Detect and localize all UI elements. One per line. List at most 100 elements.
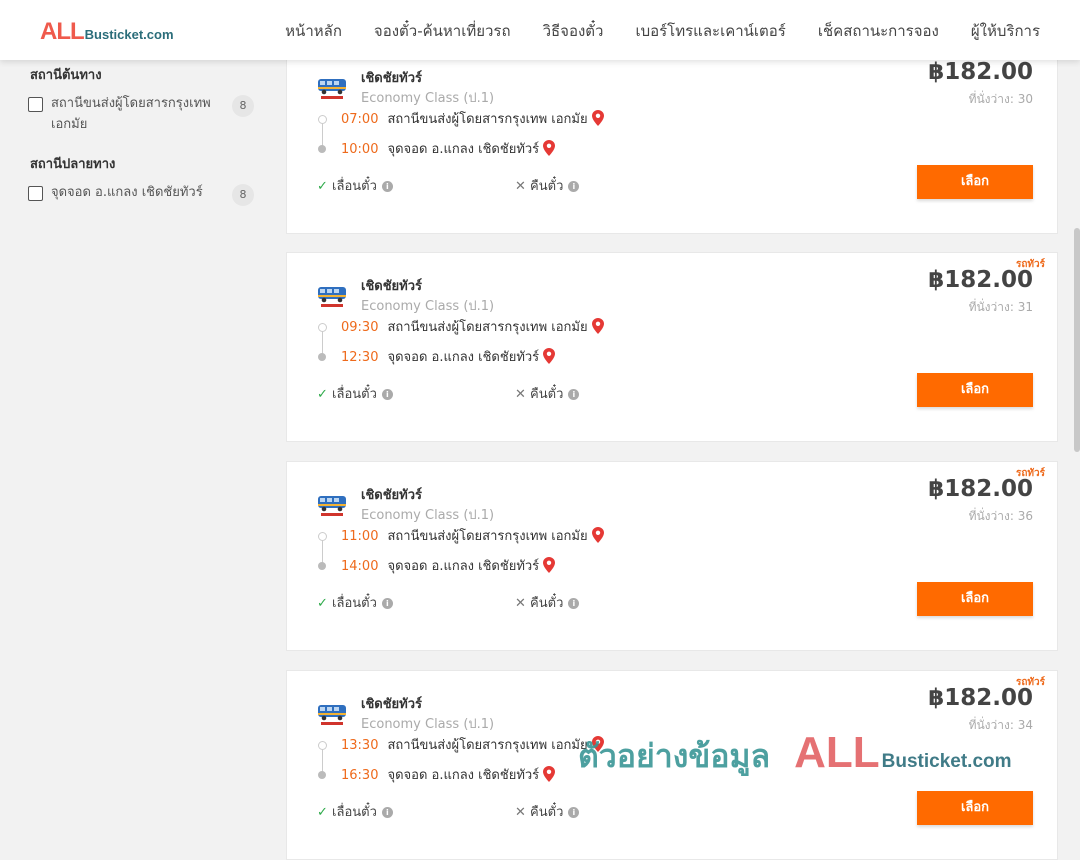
map-pin-icon[interactable] bbox=[591, 318, 604, 334]
nav-home[interactable]: หน้าหลัก bbox=[285, 19, 342, 43]
nav-how-to-book[interactable]: วิธีจองตั๋ว bbox=[543, 19, 604, 43]
scrollbar[interactable] bbox=[1074, 228, 1080, 452]
bus-logo-icon bbox=[318, 705, 346, 725]
bus-class: Economy Class (ป.1) bbox=[361, 717, 495, 732]
info-icon[interactable]: i bbox=[568, 598, 580, 609]
departure-dot-icon bbox=[318, 115, 327, 124]
origin-filter-label: สถานีขนส่งผู้โดยสารกรุงเทพ เอกมัย bbox=[51, 96, 211, 132]
trip-card: รถทัวร์ เชิดชัยทัวร์ Economy Class (ป.1)… bbox=[286, 252, 1058, 442]
info-icon[interactable]: i bbox=[381, 598, 393, 609]
origin-count-badge: 8 bbox=[232, 95, 254, 117]
info-icon[interactable]: i bbox=[381, 181, 393, 192]
operator-name: เชิดชัยทัวร์ bbox=[361, 279, 423, 294]
arrival-time: 16:30 bbox=[341, 768, 379, 783]
map-pin-icon[interactable] bbox=[543, 557, 556, 573]
refund-policy: ✕ คืนตั๋ว i bbox=[515, 592, 580, 613]
reschedule-policy: ✓ เลื่อนตั๋ว i bbox=[317, 175, 393, 196]
operator-name: เชิดชัยทัวร์ bbox=[361, 71, 423, 86]
arrival-stop: 12:30 จุดจอด อ.แกลง เชิดชัยทัวร์ bbox=[341, 346, 556, 367]
select-button[interactable]: เลือก bbox=[917, 582, 1033, 616]
destination-filter-title: สถานีปลายทาง bbox=[30, 157, 116, 172]
ticket-price: ฿182.00 bbox=[928, 685, 1033, 711]
trip-card: รถทัวร์ เชิดชัยทัวร์ Economy Class (ป.1)… bbox=[286, 461, 1058, 651]
bus-logo-icon bbox=[318, 496, 346, 516]
arrival-dot-icon bbox=[318, 353, 326, 361]
origin-filter-option[interactable]: สถานีขนส่งผู้โดยสารกรุงเทพ เอกมัย 8 bbox=[28, 95, 258, 135]
reschedule-policy: ✓ เลื่อนตั๋ว i bbox=[317, 801, 393, 822]
departure-time: 09:30 bbox=[341, 320, 379, 335]
map-pin-icon[interactable] bbox=[591, 110, 604, 126]
ticket-price: ฿182.00 bbox=[928, 267, 1033, 293]
arrival-dot-icon bbox=[318, 562, 326, 570]
arrival-dot-icon bbox=[318, 145, 326, 153]
reschedule-label: เลื่อนตั๋ว bbox=[332, 387, 377, 402]
destination-filter-option[interactable]: จุดจอด อ.แกลง เชิดชัยทัวร์ 8 bbox=[28, 184, 258, 206]
select-button[interactable]: เลือก bbox=[917, 373, 1033, 407]
arrival-stop: 16:30 จุดจอด อ.แกลง เชิดชัยทัวร์ bbox=[341, 764, 556, 785]
reschedule-policy: ✓ เลื่อนตั๋ว i bbox=[317, 383, 393, 404]
destination-filter-label: จุดจอด อ.แกลง เชิดชัยทัวร์ bbox=[51, 185, 203, 200]
watermark-logo-rest: Busticket.com bbox=[881, 751, 1012, 772]
arrival-station: จุดจอด อ.แกลง เชิดชัยทัวร์ bbox=[387, 559, 540, 574]
ticket-price: ฿182.00 bbox=[928, 59, 1033, 85]
refund-label: คืนตั๋ว bbox=[530, 596, 564, 611]
departure-dot-icon bbox=[318, 532, 327, 541]
origin-filter-title: สถานีต้นทาง bbox=[30, 68, 102, 83]
select-button[interactable]: เลือก bbox=[917, 165, 1033, 199]
bus-logo-icon bbox=[318, 79, 346, 99]
arrival-stop: 10:00 จุดจอด อ.แกลง เชิดชัยทัวร์ bbox=[341, 138, 556, 159]
arrival-time: 10:00 bbox=[341, 142, 379, 157]
reschedule-label: เลื่อนตั๋ว bbox=[332, 179, 377, 194]
refund-policy: ✕ คืนตั๋ว i bbox=[515, 801, 580, 822]
departure-time: 07:00 bbox=[341, 112, 379, 127]
check-icon: ✓ bbox=[317, 387, 328, 402]
watermark-logo-all: ALL bbox=[794, 728, 880, 777]
info-icon[interactable]: i bbox=[381, 389, 393, 400]
map-pin-icon[interactable] bbox=[543, 766, 556, 782]
nav-contact[interactable]: เบอร์โทรและเคาน์เตอร์ bbox=[635, 19, 785, 43]
arrival-station: จุดจอด อ.แกลง เชิดชัยทัวร์ bbox=[387, 350, 540, 365]
operator-name: เชิดชัยทัวร์ bbox=[361, 697, 423, 712]
seats-available: ที่นั่งว่าง: 31 bbox=[968, 300, 1033, 314]
check-icon: ✓ bbox=[317, 805, 328, 820]
refund-label: คืนตั๋ว bbox=[530, 387, 564, 402]
logo-rest-text: Busticket.com bbox=[84, 27, 174, 42]
destination-count-badge: 8 bbox=[232, 184, 254, 206]
map-pin-icon[interactable] bbox=[543, 140, 556, 156]
info-icon[interactable]: i bbox=[568, 389, 580, 400]
bus-class: Economy Class (ป.1) bbox=[361, 91, 495, 106]
info-icon[interactable]: i bbox=[568, 807, 580, 818]
refund-policy: ✕ คืนตั๋ว i bbox=[515, 175, 580, 196]
nav-check-status[interactable]: เช็คสถานะการจอง bbox=[818, 19, 939, 43]
origin-checkbox[interactable] bbox=[28, 97, 43, 112]
arrival-stop: 14:00 จุดจอด อ.แกลง เชิดชัยทัวร์ bbox=[341, 555, 556, 576]
arrival-station: จุดจอด อ.แกลง เชิดชัยทัวร์ bbox=[387, 768, 540, 783]
arrival-dot-icon bbox=[318, 771, 326, 779]
refund-label: คืนตั๋ว bbox=[530, 805, 564, 820]
arrival-time: 14:00 bbox=[341, 559, 379, 574]
map-pin-icon[interactable] bbox=[543, 348, 556, 364]
reschedule-label: เลื่อนตั๋ว bbox=[332, 805, 377, 820]
site-header: ALLBusticket.com หน้าหลัก จองตั๋ว-ค้นหาเ… bbox=[0, 0, 1080, 60]
refund-label: คืนตั๋ว bbox=[530, 179, 564, 194]
departure-dot-icon bbox=[318, 741, 327, 750]
departure-dot-icon bbox=[318, 323, 327, 332]
bus-class: Economy Class (ป.1) bbox=[361, 299, 495, 314]
destination-checkbox[interactable] bbox=[28, 186, 43, 201]
ticket-price: ฿182.00 bbox=[928, 476, 1033, 502]
info-icon[interactable]: i bbox=[568, 181, 580, 192]
nav-operators[interactable]: ผู้ให้บริการ bbox=[971, 19, 1040, 43]
nav-booking[interactable]: จองตั๋ว-ค้นหาเที่ยวรถ bbox=[374, 19, 511, 43]
departure-stop: 13:30 สถานีขนส่งผู้โดยสารกรุงเทพ เอกมัย bbox=[341, 734, 604, 755]
departure-stop: 09:30 สถานีขนส่งผู้โดยสารกรุงเทพ เอกมัย bbox=[341, 316, 604, 337]
departure-station: สถานีขนส่งผู้โดยสารกรุงเทพ เอกมัย bbox=[387, 320, 588, 335]
watermark: ตัวอย่างข้อมูล ALL Busticket.com bbox=[578, 728, 1012, 782]
map-pin-icon[interactable] bbox=[591, 527, 604, 543]
departure-station: สถานีขนส่งผู้โดยสารกรุงเทพ เอกมัย bbox=[387, 738, 588, 753]
logo-all-text: ALL bbox=[40, 18, 85, 45]
site-logo[interactable]: ALLBusticket.com bbox=[40, 18, 174, 46]
select-button[interactable]: เลือก bbox=[917, 791, 1033, 825]
reschedule-policy: ✓ เลื่อนตั๋ว i bbox=[317, 592, 393, 613]
trip-card: เชิดชัยทัวร์ Economy Class (ป.1) ฿182.00… bbox=[286, 44, 1058, 234]
info-icon[interactable]: i bbox=[381, 807, 393, 818]
